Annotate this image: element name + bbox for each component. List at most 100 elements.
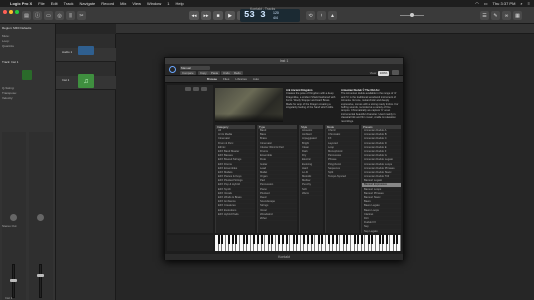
black-key[interactable] [332,235,335,244]
black-key[interactable] [235,235,238,244]
preset-selector[interactable]: Manual [180,66,210,70]
tab-libraries[interactable]: Libraries [235,77,247,81]
list-editors-button[interactable]: ☰ [480,11,489,20]
black-key[interactable] [217,235,220,244]
black-key[interactable] [321,235,324,244]
search-icon[interactable]: ⌕ [520,1,522,6]
smart-controls-button[interactable]: ◎ [55,11,64,20]
volume-fader[interactable] [39,264,42,298]
audio-region[interactable] [78,46,94,55]
undo-button[interactable]: Undo [221,71,232,75]
black-key[interactable] [246,235,249,244]
cycle-button[interactable]: ⟲ [306,11,315,20]
fader-handle[interactable] [37,274,44,277]
menu-help[interactable]: Help [175,1,183,6]
black-key[interactable] [221,235,224,244]
black-key[interactable] [392,235,395,244]
menu-navigate[interactable]: Navigate [79,1,95,6]
toolbar-button[interactable]: ▭ [44,11,53,20]
browser-button[interactable]: ▦ [513,11,522,20]
volume-knob[interactable] [410,13,414,17]
play-icon[interactable]: ▶ [225,11,235,20]
black-key[interactable] [256,235,259,244]
battery-icon[interactable]: ▭ [484,1,488,6]
black-key[interactable] [267,235,270,244]
black-key[interactable] [231,235,234,244]
black-key[interactable] [396,235,399,244]
list-item[interactable]: EFX Hybrid Pads [216,213,255,217]
menu-track[interactable]: Track [64,1,74,6]
nav-back-icon[interactable] [185,87,191,91]
black-key[interactable] [353,235,356,244]
black-key[interactable] [342,235,345,244]
paste-button[interactable]: Paste [209,71,221,75]
tab-auto[interactable]: Auto [253,77,259,81]
black-key[interactable] [260,235,263,244]
black-key[interactable] [367,235,370,244]
menu-file[interactable]: File [38,1,44,6]
redo-button[interactable]: Redo [232,71,243,75]
minimize-icon[interactable] [9,10,13,14]
loop-browser-button[interactable]: ∞ [502,11,511,20]
black-key[interactable] [253,235,256,244]
mixer-button[interactable]: ⫼ [66,11,75,20]
black-key[interactable] [228,235,231,244]
black-key[interactable] [271,235,274,244]
library-button[interactable]: ▤ [22,11,31,20]
midi-region[interactable]: ♫ [78,74,94,88]
black-key[interactable] [281,235,284,244]
link-icon[interactable] [392,70,399,75]
inspector-button[interactable]: ⓘ [33,11,42,20]
black-key[interactable] [335,235,338,244]
menu-list-icon[interactable]: ≡ [528,1,530,6]
list-item[interactable]: Zither [258,217,297,222]
track-header[interactable]: Track: Inst 1 [2,60,18,64]
editors-button[interactable]: ✂ [77,11,86,20]
menu-mix[interactable]: Mix [120,1,126,6]
menu-edit[interactable]: Edit [51,1,58,6]
tuner-button[interactable]: ♮ [317,11,326,20]
close-icon[interactable] [3,10,7,14]
compare-button[interactable]: Compare [180,71,196,75]
black-key[interactable] [378,235,381,244]
black-key[interactable] [328,235,331,244]
zoom-icon[interactable] [15,10,19,14]
rewind-icon[interactable]: ◂◂ [189,11,199,20]
black-key[interactable] [360,235,363,244]
black-key[interactable] [307,235,309,244]
metronome-button[interactable]: ▲ [328,11,337,20]
black-key[interactable] [317,235,320,244]
stop-icon[interactable]: ■ [213,11,223,20]
region-header[interactable]: Region: MIDI Defaults [2,26,31,30]
view-zoom-select[interactable]: 100% [378,70,389,76]
black-key[interactable] [371,235,374,244]
black-key[interactable] [296,235,299,244]
list-item[interactable]: Ney Legato [362,230,401,233]
black-key[interactable] [310,235,313,244]
black-key[interactable] [382,235,385,244]
power-icon[interactable] [169,66,176,73]
black-key[interactable] [285,235,288,244]
list-item[interactable]: Tempo-Synced [326,175,359,180]
menu-window[interactable]: Window [147,1,161,6]
black-key[interactable] [278,235,281,244]
menu-1[interactable]: 1 [167,1,169,6]
black-key[interactable] [292,235,295,244]
menu-logic[interactable]: Logic Pro X [10,1,32,6]
copy-button[interactable]: Copy [198,71,209,75]
nav-up-icon[interactable] [201,87,207,91]
tab-browse[interactable]: Browse [207,77,217,81]
piano-keyboard[interactable] [215,235,402,251]
black-key[interactable] [357,235,360,244]
tab-files[interactable]: Files [223,77,229,81]
wifi-icon[interactable]: ◠ [475,1,479,6]
fader-handle[interactable] [10,279,17,282]
pan-knob[interactable] [10,214,17,221]
black-key[interactable] [346,235,349,244]
clock[interactable]: Thu 3:37 PM [493,1,516,6]
black-key[interactable] [242,235,245,244]
list-item[interactable]: Warm [300,192,323,196]
timeline-ruler[interactable] [116,24,534,34]
menu-view[interactable]: View [132,1,141,6]
black-key[interactable] [385,235,388,244]
